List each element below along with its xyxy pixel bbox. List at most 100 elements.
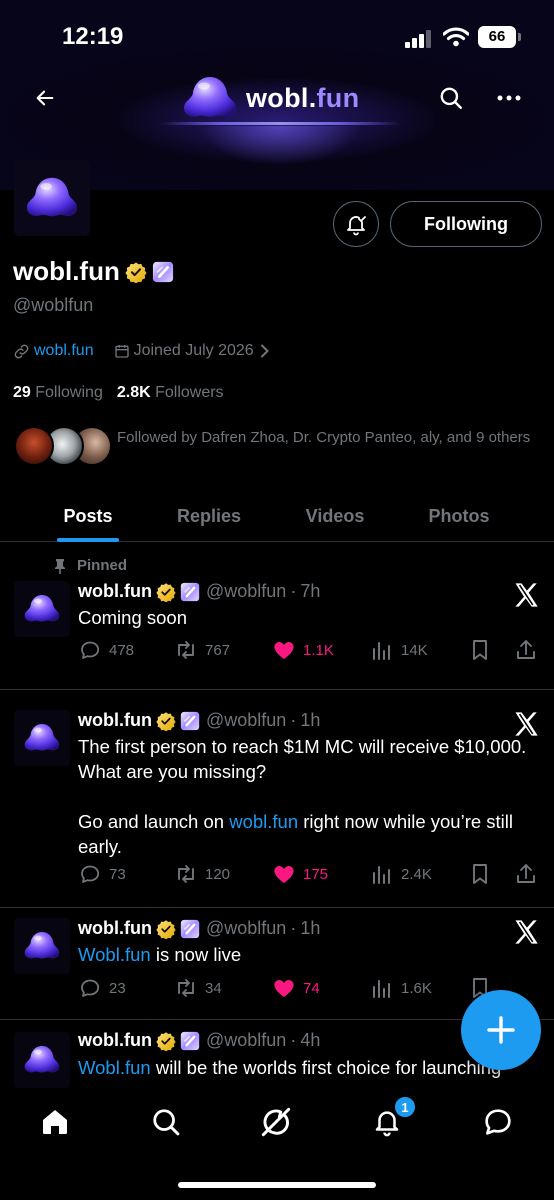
post-actions: 478 767 1.1K 14K (78, 637, 548, 663)
post-text: Coming soon (78, 607, 188, 628)
notifications-badge: 1 (393, 1095, 417, 1119)
affiliate-badge-icon (180, 1031, 200, 1051)
heart-filled-icon (272, 638, 296, 662)
post-link[interactable]: Wobl.fun (78, 944, 151, 965)
like-button[interactable]: 175 (272, 861, 328, 887)
tab-posts[interactable]: Posts (50, 490, 126, 542)
view-count: 2.4K (401, 865, 432, 883)
status-bar: 12:19 66 (0, 20, 554, 56)
nav-grok[interactable] (252, 1098, 300, 1146)
bookmark-icon (468, 862, 492, 886)
profile-top-bar: wobl.fun (0, 70, 554, 126)
post-author-name[interactable]: wobl.fun (78, 581, 152, 602)
followed-by-row[interactable]: Followed by Dafren Zhoa, Dr. Crypto Pant… (14, 426, 544, 466)
bookmark-button[interactable] (468, 637, 492, 663)
views-button[interactable]: 2.4K (370, 861, 432, 887)
views-icon (370, 976, 394, 1000)
wobl-blob-logo-icon (180, 73, 240, 123)
profile-handle: @woblfun (13, 295, 94, 315)
views-button[interactable]: 1.6K (370, 975, 432, 1001)
following-button[interactable]: Following (390, 201, 542, 247)
compose-post-button[interactable] (461, 990, 541, 1070)
pinned-indicator: Pinned (53, 557, 127, 574)
nav-explore[interactable] (142, 1098, 190, 1146)
post-avatar[interactable] (14, 581, 70, 637)
post-author-name[interactable]: wobl.fun (78, 918, 152, 939)
post-avatar[interactable] (14, 710, 70, 766)
followers-count-link[interactable]: 2.8K Followers (117, 384, 224, 402)
back-button[interactable] (25, 78, 65, 118)
repost-icon (174, 862, 198, 886)
grok-icon (261, 1107, 291, 1137)
tab-videos[interactable]: Videos (292, 490, 378, 542)
follow-counts: 29 Following 2.8K Followers (13, 384, 224, 402)
views-button[interactable]: 14K (370, 637, 428, 663)
like-count: 1.1K (303, 641, 334, 659)
nav-messages[interactable] (474, 1098, 522, 1146)
affiliate-badge-icon[interactable] (152, 261, 174, 283)
chevron-right-icon[interactable] (260, 344, 270, 358)
repost-button[interactable]: 767 (174, 637, 230, 663)
post-avatar[interactable] (14, 1032, 70, 1088)
banner-wordmark: wobl.fun (246, 82, 360, 113)
tab-replies[interactable]: Replies (164, 490, 254, 542)
tab-photos[interactable]: Photos (416, 490, 502, 542)
post-link[interactable]: Wobl.fun (78, 1057, 151, 1078)
reply-button[interactable]: 23 (78, 975, 126, 1001)
wobl-blob-logo-icon (22, 592, 62, 626)
post-text-paragraph: The first person to reach $1M MC will re… (78, 736, 527, 782)
wobl-blob-logo-icon (23, 173, 81, 223)
post-actions: 73 120 175 2.4K (78, 861, 548, 887)
like-button[interactable]: 74 (272, 975, 320, 1001)
like-count: 175 (303, 865, 329, 883)
post-author-handle: @woblfun (205, 581, 287, 601)
home-indicator[interactable] (178, 1182, 376, 1188)
post-author-handle: @woblfun (205, 710, 287, 730)
followed-by-text: Followed by Dafren Zhoa, Dr. Crypto Pant… (117, 429, 531, 446)
profile-website-link[interactable]: wobl.fun (34, 342, 94, 360)
bookmark-button[interactable] (468, 861, 492, 887)
affiliate-badge-icon (180, 711, 200, 731)
post-link[interactable]: wobl.fun (229, 811, 298, 832)
repost-button[interactable]: 120 (174, 861, 230, 887)
reply-button[interactable]: 478 (78, 637, 134, 663)
notifications-toggle-button[interactable] (333, 201, 379, 247)
post-separator: · (290, 710, 297, 730)
profile-joined-date[interactable]: Joined July 2026 (134, 342, 254, 360)
search-button[interactable] (431, 78, 471, 118)
post-timestamp[interactable]: 4h (300, 1030, 320, 1051)
post-card[interactable]: wobl.fun @woblfun · 1h The first person … (0, 690, 554, 908)
share-button[interactable] (514, 637, 538, 663)
nav-home[interactable] (31, 1098, 79, 1146)
verified-badge-icon (156, 711, 176, 731)
verified-badge-icon (156, 1031, 176, 1051)
post-author-handle: @woblfun (205, 1030, 287, 1050)
following-count-link[interactable]: 29 Following (13, 384, 103, 402)
reply-button[interactable]: 73 (78, 861, 126, 887)
profile-display-name: wobl.fun (13, 256, 174, 287)
like-button[interactable]: 1.1K (272, 637, 334, 663)
repost-button[interactable]: 34 (174, 975, 222, 1001)
post-timestamp[interactable]: 7h (300, 581, 320, 602)
view-count: 14K (401, 641, 428, 659)
post-card[interactable]: Pinned wobl.fun @woblfun · 7h Coming soo… (0, 543, 554, 690)
reply-count: 73 (109, 865, 126, 883)
post-author-name[interactable]: wobl.fun (78, 710, 152, 731)
heart-filled-icon (272, 976, 296, 1000)
profile-avatar[interactable] (14, 160, 90, 236)
post-avatar[interactable] (14, 918, 70, 974)
repost-icon (174, 976, 198, 1000)
reply-count: 23 (109, 979, 126, 997)
post-timestamp[interactable]: 1h (300, 918, 320, 939)
wobl-blob-logo-icon (22, 1043, 62, 1077)
more-options-button[interactable] (489, 78, 529, 118)
share-button[interactable] (514, 861, 538, 887)
post-text: The first person to reach $1M MC will re… (78, 734, 548, 859)
views-icon (370, 638, 394, 662)
verified-badge-icon[interactable] (125, 261, 147, 283)
pinned-label: Pinned (77, 557, 128, 574)
bookmark-icon (468, 638, 492, 662)
post-author-name[interactable]: wobl.fun (78, 1030, 152, 1051)
pin-icon (55, 558, 65, 574)
post-timestamp[interactable]: 1h (300, 710, 320, 731)
